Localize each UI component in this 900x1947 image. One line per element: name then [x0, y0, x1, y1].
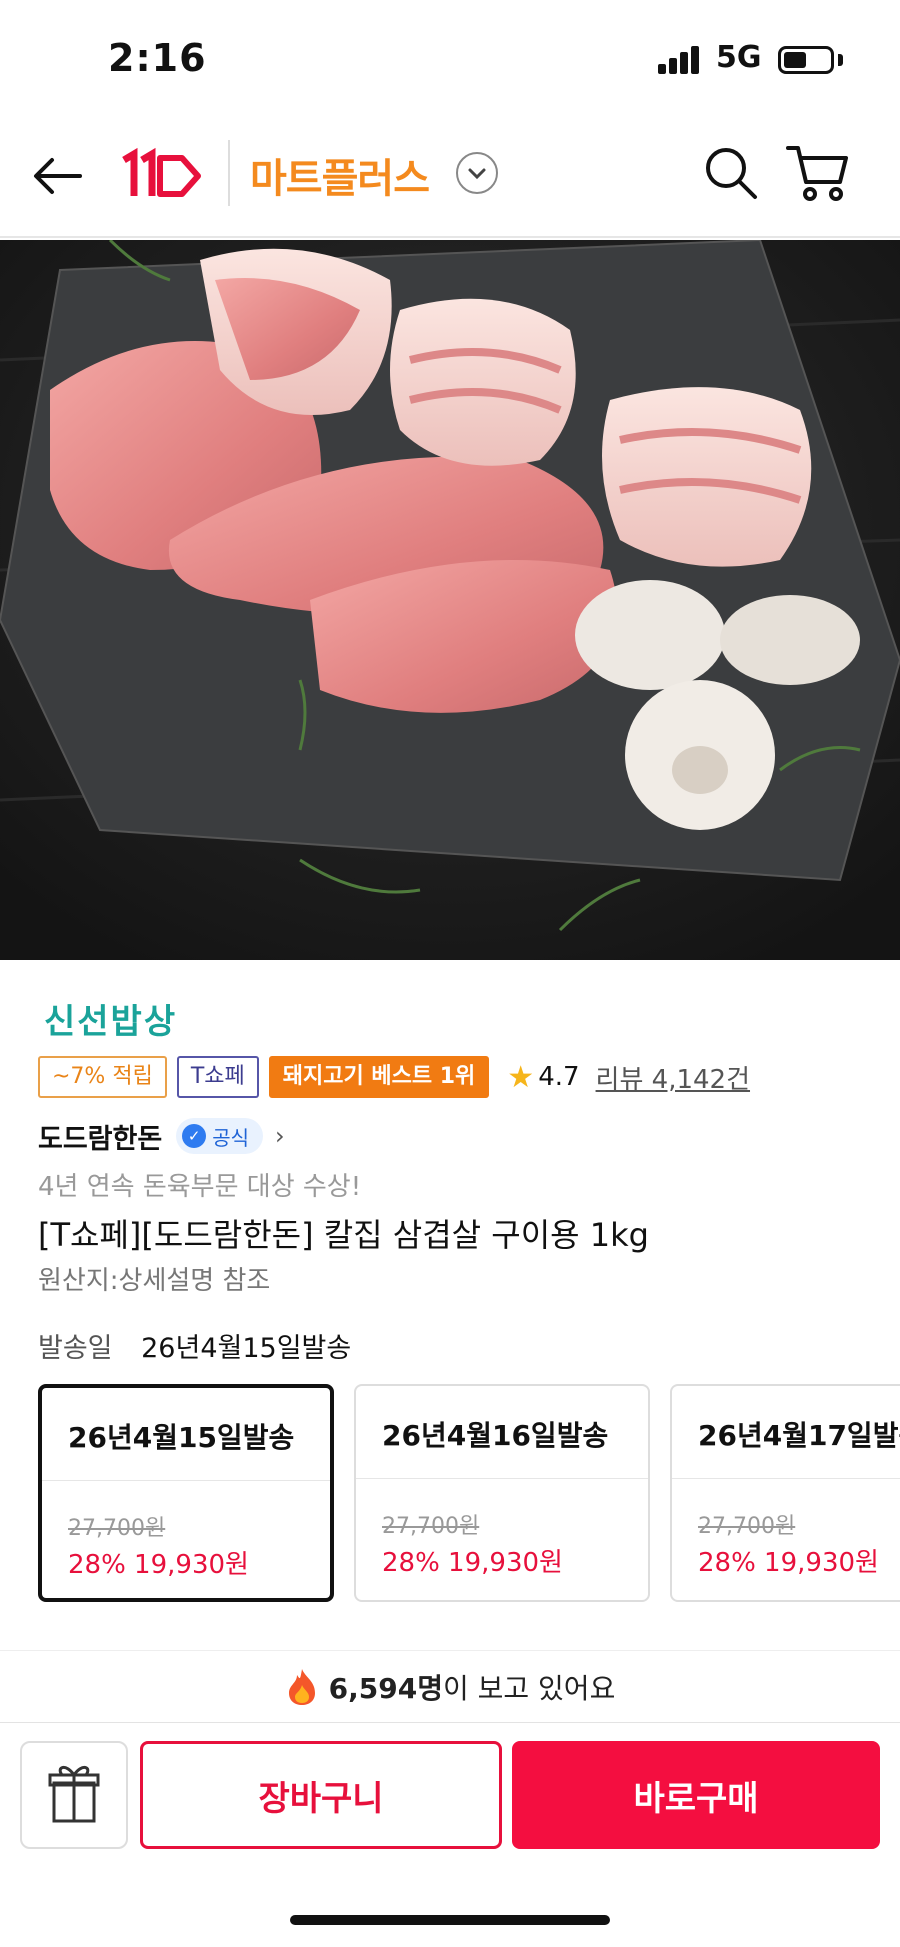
award-text: 4년 연속 돈육부문 대상 수상! — [38, 1172, 362, 1202]
official-label: 공식 — [212, 1125, 250, 1150]
search-button[interactable] — [700, 142, 762, 204]
home-indicator — [290, 1915, 610, 1925]
option-original-price: 27,700원 — [698, 1514, 796, 1539]
shipping-options: 26년4월15일발송 27,700원 28% 19,930원 26년4월16일발… — [38, 1384, 900, 1602]
chevron-down-icon — [468, 168, 486, 180]
option-sale-price: 28% 19,930원 — [698, 1548, 879, 1578]
verified-check-icon: ✓ — [182, 1124, 207, 1148]
cart-button[interactable] — [784, 142, 854, 206]
status-bar: 2:16 5G — [0, 0, 900, 118]
logo-divider — [228, 140, 230, 206]
option-sale-price: 28% 19,930원 — [382, 1548, 563, 1578]
chevron-right-icon[interactable]: › — [275, 1122, 285, 1150]
shipping-label: 발송일 — [38, 1333, 113, 1364]
battery-icon — [778, 46, 834, 74]
star-icon: ★ — [507, 1059, 535, 1095]
points-tag: ~7% 적립 — [38, 1056, 167, 1098]
viewers-bar: 6,594명 이 보고 있어요 — [0, 1650, 900, 1722]
best-tag[interactable]: 돼지고기 베스트 1위 — [268, 1056, 490, 1098]
option-sale-price: 28% 19,930원 — [68, 1550, 249, 1580]
review-link[interactable]: 리뷰 4,142건 — [596, 1059, 750, 1096]
shipping-date-row: 발송일 26년4월15일발송 — [38, 1326, 351, 1365]
status-time: 2:16 — [108, 36, 207, 80]
shipping-option-card[interactable]: 26년4월15일발송 27,700원 28% 19,930원 — [38, 1384, 334, 1602]
option-date: 26년4월16일발송 — [382, 1419, 609, 1452]
11st-logo[interactable] — [118, 146, 208, 206]
product-image[interactable] — [0, 240, 900, 960]
shipping-option-card[interactable]: 26년4월16일발송 27,700원 28% 19,930원 — [354, 1384, 650, 1602]
shipping-selected-value: 26년4월15일발송 — [141, 1333, 352, 1364]
cart-icon — [786, 146, 848, 201]
option-date: 26년4월15일발송 — [68, 1421, 295, 1454]
viewers-suffix: 이 보고 있어요 — [442, 1671, 616, 1705]
viewers-count: 6,594명 — [328, 1671, 443, 1705]
brand-name[interactable]: 신선밥상 — [44, 994, 177, 1043]
network-type: 5G — [716, 40, 762, 75]
origin-text: 원산지:상세설명 참조 — [38, 1266, 271, 1296]
option-date: 26년4월17일발송 — [698, 1419, 900, 1452]
option-original-price: 27,700원 — [68, 1516, 166, 1541]
back-button[interactable] — [30, 146, 90, 206]
official-badge: ✓ 공식 — [176, 1118, 264, 1154]
tag-row: ~7% 적립 T쇼페 돼지고기 베스트 1위 ★ 4.7 리뷰 4,142건 — [38, 1056, 750, 1098]
gift-button[interactable] — [20, 1741, 128, 1849]
bottom-action-bar: 장바구니 바로구매 — [0, 1722, 900, 1947]
fire-icon — [288, 1668, 315, 1705]
shipping-option-card[interactable]: 26년4월17일발송 27,700원 28% 19,930원 — [670, 1384, 900, 1602]
buy-now-button[interactable]: 바로구매 — [512, 1741, 880, 1849]
signal-icon — [658, 44, 702, 74]
mart-dropdown-button[interactable] — [456, 152, 498, 194]
battery-tip — [838, 54, 843, 66]
rating-value: 4.7 — [538, 1062, 580, 1092]
add-to-cart-button[interactable]: 장바구니 — [140, 1741, 502, 1849]
gift-icon — [48, 1766, 100, 1823]
mart-plus-title[interactable]: 마트플러스 — [250, 146, 430, 204]
top-nav: 마트플러스 — [0, 118, 900, 238]
seller-name[interactable]: 도드람한돈 — [38, 1117, 162, 1156]
tshop-tag: T쇼페 — [176, 1056, 259, 1098]
product-title: [T쇼페][도드람한돈] 칼집 삼겹살 구이용 1kg — [38, 1216, 649, 1254]
seller-row[interactable]: 도드람한돈 ✓ 공식 › — [38, 1116, 285, 1156]
search-icon — [706, 148, 757, 199]
back-arrow-icon — [34, 158, 82, 194]
option-original-price: 27,700원 — [382, 1514, 480, 1539]
